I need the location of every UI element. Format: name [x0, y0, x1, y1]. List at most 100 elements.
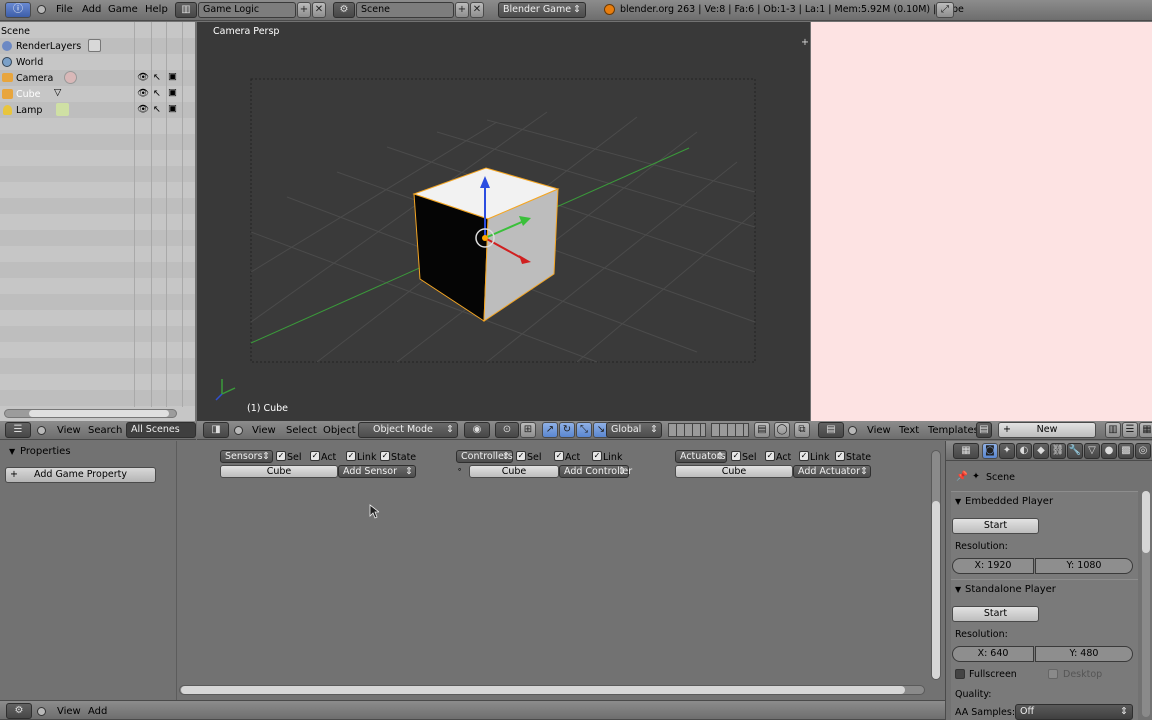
visibility-eye-icon[interactable]: 👁 [137, 72, 149, 83]
add-actuator-dropdown[interactable]: Add Actuator ⇕ [793, 465, 871, 478]
menu-add[interactable]: Add [88, 706, 107, 717]
menu-object[interactable]: Object [323, 425, 356, 436]
screen-layout-field[interactable]: Game Logic [198, 2, 296, 18]
outliner-item-world[interactable]: World [0, 54, 195, 70]
delete-screen-icon[interactable]: ✕ [312, 2, 326, 18]
texture-context-icon[interactable]: ▩ [1118, 443, 1134, 459]
properties-toggle-icon[interactable]: ▼ [9, 447, 15, 456]
add-game-property-button[interactable]: + Add Game Property [5, 467, 156, 483]
collapse-menu-icon[interactable] [848, 426, 857, 435]
outliner-scrollbar[interactable] [4, 409, 177, 418]
viewport-plus-icon[interactable]: + [801, 37, 809, 48]
menu-search[interactable]: Search [88, 425, 122, 436]
embedded-toggle-icon[interactable]: ▼ [955, 497, 961, 506]
actuators-act-checkbox[interactable]: ✓ [765, 451, 775, 461]
standalone-start-button[interactable]: Start [952, 606, 1039, 622]
line-numbers-icon[interactable]: ▥ [1105, 422, 1121, 438]
outliner-item-renderlayers[interactable]: RenderLayers [0, 38, 195, 54]
data-context-icon[interactable]: ▽ [1084, 443, 1100, 459]
fullscreen-checkbox[interactable] [955, 669, 965, 679]
add-scene-icon[interactable]: + [455, 2, 469, 18]
actuators-dropdown[interactable]: Actuators ⇕ [675, 450, 727, 463]
actuators-sel-checkbox[interactable]: ✓ [731, 451, 741, 461]
delete-scene-icon[interactable]: ✕ [470, 2, 484, 18]
standalone-res-y-field[interactable]: Y: 480 [1035, 646, 1133, 662]
text-datablock-icon[interactable]: ▤ [976, 422, 992, 438]
standalone-toggle-icon[interactable]: ▼ [955, 585, 961, 594]
controllers-object-field[interactable]: Cube [469, 465, 559, 478]
sensors-object-field[interactable]: Cube [220, 465, 338, 478]
embedded-start-button[interactable]: Start [952, 518, 1039, 534]
menu-help[interactable]: Help [145, 4, 168, 15]
add-screen-icon[interactable]: + [297, 2, 311, 18]
controllers-link-checkbox[interactable]: ✓ [592, 451, 602, 461]
controllers-dropdown[interactable]: Controllers ⇕ [456, 450, 513, 463]
outliner-item-lamp[interactable]: Lamp 👁 ↖ ▣ [0, 102, 195, 118]
actuators-object-field[interactable]: Cube [675, 465, 793, 478]
sensors-state-checkbox[interactable]: ✓ [380, 451, 390, 461]
logic-vertical-scrollbar[interactable] [931, 450, 941, 680]
pivot-point-icon[interactable]: ⊙ [495, 422, 519, 438]
renderable-camera-icon[interactable]: ▣ [168, 87, 177, 98]
copy-icon[interactable]: ⧉ [794, 422, 810, 438]
embedded-res-y-field[interactable]: Y: 1080 [1035, 558, 1133, 574]
selectable-cursor-icon[interactable]: ↖ [153, 88, 161, 99]
desktop-checkbox[interactable] [1048, 669, 1058, 679]
layers-grid-2[interactable] [711, 423, 749, 437]
visibility-eye-icon[interactable]: 👁 [137, 104, 149, 115]
controller-link-socket-icon[interactable]: ∘ [457, 465, 462, 474]
menu-file[interactable]: File [56, 4, 73, 15]
menu-game[interactable]: Game [108, 4, 138, 15]
controllers-act-checkbox[interactable]: ✓ [554, 451, 564, 461]
render-preview-icon[interactable]: ◯ [774, 422, 790, 438]
editor-type-icon[interactable]: ▤ [818, 422, 844, 438]
material-context-icon[interactable]: ● [1101, 443, 1117, 459]
mode-dropdown[interactable]: Object Mode ⇕ [358, 422, 458, 438]
world-context-icon[interactable]: ◐ [1016, 443, 1032, 459]
viewport-shading-icon[interactable]: ◉ [464, 422, 490, 438]
logic-horizontal-scroll-thumb[interactable] [181, 686, 905, 694]
logic-vertical-scroll-thumb[interactable] [932, 501, 940, 679]
menu-select[interactable]: Select [286, 425, 317, 436]
display-mode-dropdown[interactable]: All Scenes [126, 422, 196, 438]
add-controller-dropdown[interactable]: Add Controller ⇕ [559, 465, 632, 478]
sensors-act-checkbox[interactable]: ✓ [310, 451, 320, 461]
scene-context-icon[interactable]: ✦ [999, 443, 1015, 459]
info-editor-icon[interactable]: ⓘ [5, 2, 31, 18]
scale-manipulator-icon[interactable]: ⤡ [576, 422, 592, 438]
actuators-link-checkbox[interactable]: ✓ [799, 451, 809, 461]
manipulator-toggle-icon[interactable]: ⊞ [520, 422, 536, 438]
sensors-dropdown[interactable]: Sensors ⇕ [220, 450, 273, 463]
renderable-camera-icon[interactable]: ▣ [168, 71, 177, 82]
add-sensor-dropdown[interactable]: Add Sensor ⇕ [338, 465, 416, 478]
editor-type-icon[interactable]: ◨ [203, 422, 229, 438]
physics-context-icon[interactable]: ◎ [1135, 443, 1151, 459]
selectable-cursor-icon[interactable]: ↖ [153, 72, 161, 83]
selectable-cursor-icon[interactable]: ↖ [153, 104, 161, 115]
properties-scrollbar[interactable] [1142, 491, 1150, 717]
word-wrap-icon[interactable]: ☰ [1122, 422, 1138, 438]
outliner-scroll-thumb[interactable] [29, 410, 169, 417]
menu-view[interactable]: View [252, 425, 276, 436]
menu-text[interactable]: Text [899, 425, 919, 436]
constraint-context-icon[interactable]: ⛓ [1050, 443, 1066, 459]
logic-horizontal-scrollbar[interactable] [179, 685, 925, 695]
controllers-sel-checkbox[interactable]: ✓ [516, 451, 526, 461]
render-context-icon[interactable]: ◙ [982, 443, 998, 459]
renderable-camera-icon[interactable]: ▣ [168, 103, 177, 114]
collapse-menu-icon[interactable] [37, 5, 46, 14]
menu-view[interactable]: View [57, 706, 81, 717]
pin-icon[interactable]: 📌 [956, 471, 968, 482]
aa-samples-dropdown[interactable]: Off ⇕ [1015, 704, 1133, 720]
modifier-context-icon[interactable]: 🔧 [1067, 443, 1083, 459]
fullscreen-toggle-icon[interactable]: ⤢ [936, 2, 954, 18]
rotate-manipulator-icon[interactable]: ↻ [559, 422, 575, 438]
outliner-item-camera[interactable]: Camera 👁 ↖ ▣ [0, 70, 195, 86]
layers-grid-1[interactable] [668, 423, 706, 437]
editor-type-icon[interactable]: ⚙ [6, 703, 32, 719]
screen-layout-icon[interactable]: ▥ [175, 2, 197, 18]
menu-templates[interactable]: Templates [928, 425, 979, 436]
outliner-item-cube[interactable]: Cube ▽ 👁 ↖ ▣ [0, 86, 195, 102]
menu-view[interactable]: View [57, 425, 81, 436]
layer-lock-icon[interactable]: ▤ [754, 422, 770, 438]
